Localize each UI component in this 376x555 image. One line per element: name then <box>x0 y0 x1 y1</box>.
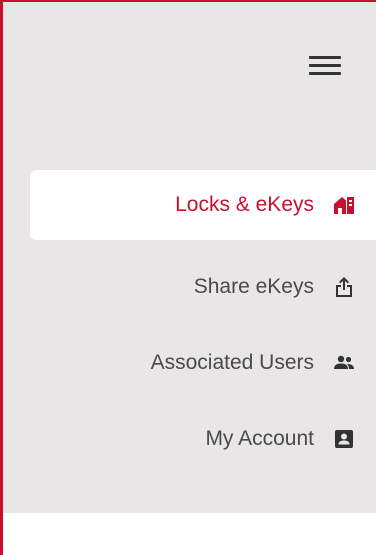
account-card-icon <box>332 427 356 451</box>
hamburger-menu-button[interactable] <box>305 46 349 82</box>
sidebar-item-label: Share eKeys <box>193 275 314 298</box>
app-frame: Locks & eKeys Share eKeys Associated Use… <box>0 0 376 555</box>
sidebar-item-associated-users[interactable]: Associated Users <box>30 328 376 398</box>
sidebar-item-label: Associated Users <box>150 351 314 374</box>
sidebar-item-my-account[interactable]: My Account <box>30 404 376 474</box>
sidebar: Locks & eKeys Share eKeys Associated Use… <box>3 2 376 513</box>
sidebar-item-locks-ekeys[interactable]: Locks & eKeys <box>30 170 376 240</box>
sidebar-item-label: My Account <box>205 427 314 450</box>
share-upload-icon <box>332 275 356 299</box>
users-icon <box>332 351 356 375</box>
sidebar-item-share-ekeys[interactable]: Share eKeys <box>30 252 376 322</box>
bottom-area <box>3 513 376 555</box>
house-lock-icon <box>332 193 356 217</box>
sidebar-item-label: Locks & eKeys <box>175 193 314 216</box>
